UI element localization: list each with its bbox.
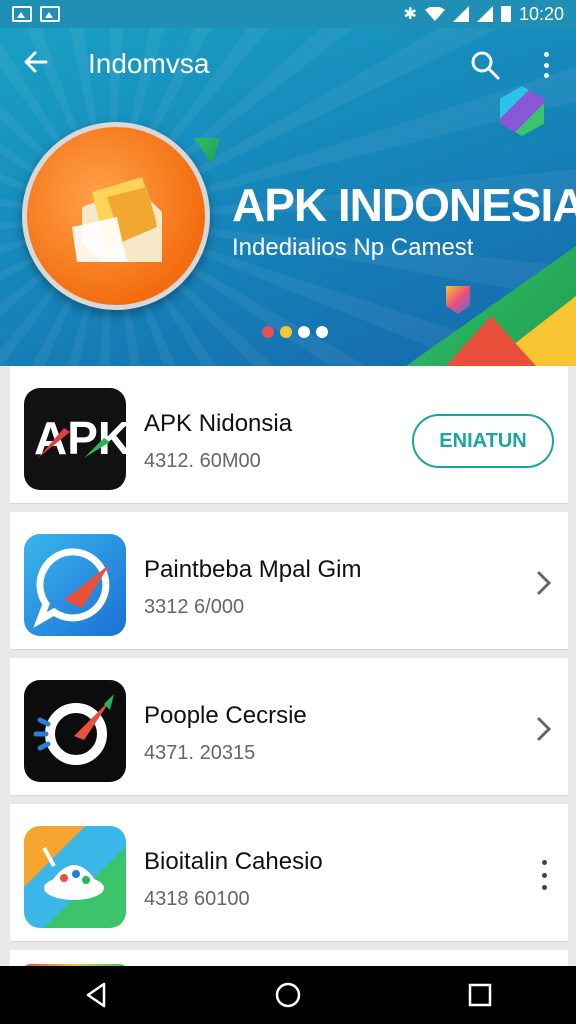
folder-logo-icon (72, 177, 162, 262)
app-name: Paintbeba Mpal Gim (144, 556, 362, 583)
hero-banner[interactable]: Indomvsa APK INDONESIA Indedialios Np Ca… (0, 28, 576, 366)
chat-app-icon (24, 534, 126, 636)
banner-title: APK INDONESIA (232, 179, 576, 231)
nav-back-icon[interactable] (76, 975, 116, 1015)
carousel-dot[interactable] (262, 326, 274, 338)
chevron-right-icon[interactable] (534, 716, 554, 742)
battery-icon (500, 6, 511, 22)
image-notification-icon (12, 6, 32, 22)
install-button[interactable]: ENIATUN (412, 414, 554, 468)
nav-home-icon[interactable] (268, 975, 308, 1015)
list-item[interactable]: Poople Cecrsie 4371. 20315 (10, 658, 568, 796)
svg-text:APK: APK (34, 412, 126, 464)
banner-subtitle: Indedialios Np Camest (232, 234, 474, 261)
more-vert-icon[interactable] (536, 50, 556, 80)
search-icon[interactable] (470, 50, 500, 80)
app-name: APK Nidonsia (144, 410, 293, 437)
carousel-dot[interactable] (316, 326, 328, 338)
more-vert-icon[interactable] (540, 860, 548, 890)
timer-app-icon (24, 680, 126, 782)
colorful-app-icon (24, 826, 126, 928)
nav-recents-icon[interactable] (460, 975, 500, 1015)
apk-app-icon: APK (24, 388, 126, 490)
navigation-bar (0, 966, 576, 1024)
status-time: 10:20 (518, 3, 564, 24)
list-item[interactable]: Bioitalin Cahesio 4318 60100 (10, 804, 568, 942)
app-meta: 4371. 20315 (144, 742, 256, 764)
hero-logo-circle (22, 122, 210, 310)
carousel-dot[interactable] (280, 326, 292, 338)
notification-icons (12, 6, 60, 22)
carousel-indicator[interactable] (262, 326, 328, 338)
bluetooth-icon: ✱ (403, 6, 417, 23)
status-icons: ✱ 10:20 (404, 4, 564, 25)
chevron-right-icon[interactable] (534, 570, 554, 596)
signal-icon (452, 6, 469, 22)
wifi-icon (424, 7, 445, 21)
arrow-back-icon[interactable] (22, 48, 50, 76)
carousel-dot[interactable] (298, 326, 310, 338)
app-bar: Indomvsa (0, 28, 576, 100)
app-name: Bioitalin Cahesio (144, 848, 323, 875)
app-meta: 4318 60100 (144, 888, 250, 910)
app-name: Poople Cecrsie (144, 702, 307, 729)
app-meta: 3312 6/000 (144, 596, 245, 618)
list-item[interactable]: Paintbeba Mpal Gim 3312 6/000 (10, 512, 568, 650)
signal-icon (476, 6, 493, 22)
list-item[interactable]: APK APK Nidonsia 4312. 60M00 ENIATUN (10, 366, 568, 504)
app-meta: 4312. 60M00 (144, 450, 261, 472)
page-title: Indomvsa (88, 48, 210, 79)
status-bar: ✱ 10:20 (0, 0, 576, 28)
image-notification-icon (40, 6, 60, 22)
